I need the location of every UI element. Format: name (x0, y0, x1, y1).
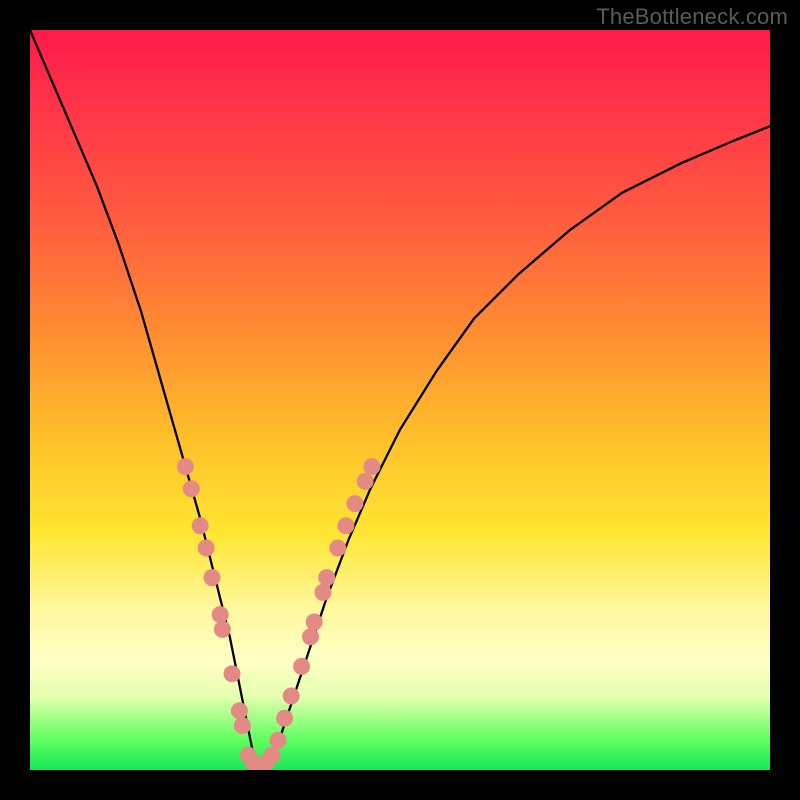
marker-dot (269, 732, 286, 749)
marker-dot (346, 495, 363, 512)
marker-dot (363, 458, 380, 475)
marker-dot (338, 517, 355, 534)
marker-dot (315, 584, 332, 601)
marker-dot (177, 458, 194, 475)
marker-dot (293, 658, 310, 675)
marker-dot (204, 569, 221, 586)
marker-dot (212, 606, 229, 623)
bottleneck-curve (30, 30, 770, 770)
marker-dot (224, 665, 241, 682)
marker-dot (357, 473, 374, 490)
watermark-text: TheBottleneck.com (596, 4, 788, 30)
marker-dot (302, 628, 319, 645)
marker-dot (329, 540, 346, 557)
marker-dot (276, 710, 293, 727)
marker-dot (306, 614, 323, 631)
marker-dot (192, 517, 209, 534)
marker-dot (283, 688, 300, 705)
chart-overlay (30, 30, 770, 770)
highlighted-points (177, 458, 381, 770)
marker-dot (234, 717, 251, 734)
marker-dot (183, 480, 200, 497)
marker-dot (198, 540, 215, 557)
chart-frame: TheBottleneck.com (0, 0, 800, 800)
marker-dot (231, 702, 248, 719)
marker-dot (264, 747, 281, 764)
marker-dot (214, 621, 231, 638)
plot-area (30, 30, 770, 770)
marker-dot (318, 569, 335, 586)
